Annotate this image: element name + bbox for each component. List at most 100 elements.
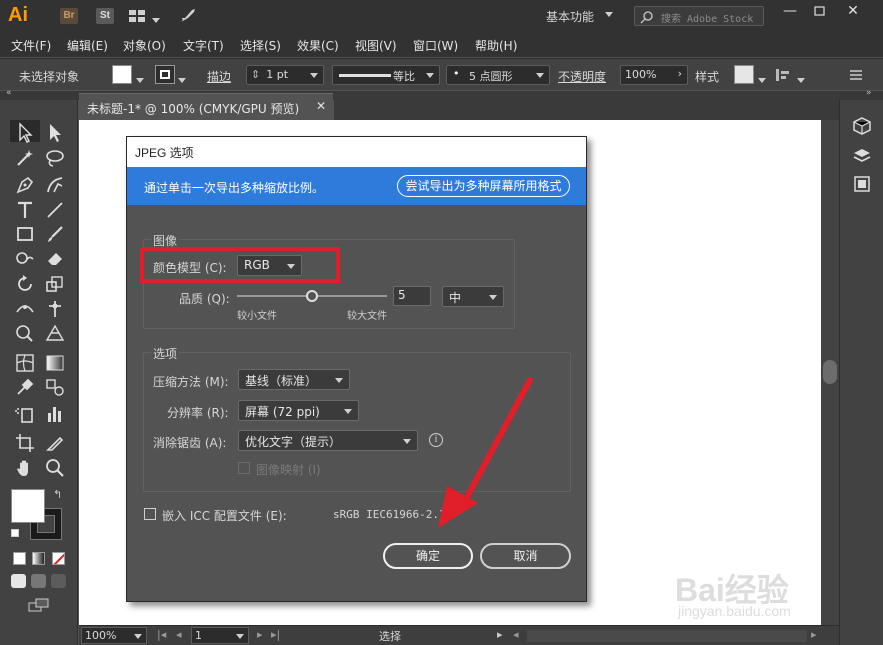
rotate-tool-icon[interactable] [14,273,36,295]
curvature-tool-icon[interactable] [44,174,66,196]
previous-artboard-button[interactable]: ◂ [176,628,182,641]
stroke-swatch[interactable] [155,65,175,84]
artboards-panel-icon[interactable] [852,174,872,194]
scroll-right-button[interactable]: ▸ [811,628,817,641]
eraser-tool-icon[interactable] [44,247,66,269]
shape-builder-tool-icon[interactable] [14,322,36,344]
layers-panel-icon[interactable] [852,146,872,166]
align-icon[interactable] [775,67,793,83]
type-tool-icon[interactable] [14,199,36,221]
arrange-documents-icon[interactable] [128,9,146,23]
fill-swatch[interactable] [112,65,132,84]
hand-tool-icon[interactable] [14,457,36,479]
style-caret-icon[interactable] [758,72,766,86]
artboard-tool-icon[interactable] [14,432,36,454]
selection-tool-icon[interactable] [14,122,36,144]
try-export-for-screens-button[interactable]: 尝试导出为多种屏幕所用格式 [397,175,570,197]
libraries-panel-icon[interactable] [852,116,872,136]
gradient-mode-icon[interactable] [32,552,45,565]
artboard-number-field[interactable]: 1 [191,627,249,644]
first-artboard-button[interactable]: |◂ [157,628,166,641]
eyedropper-tool-icon[interactable] [14,376,36,398]
brush-dropdown[interactable]: • 5 点圆形 [446,65,550,85]
arrange-caret-icon[interactable] [152,12,160,26]
rocket-icon[interactable] [178,7,198,25]
panel-menu-icon[interactable] [848,68,864,82]
anti-aliasing-dropdown[interactable]: 优化文字（提示） [238,430,418,451]
stroke-label[interactable]: 描边 [207,68,231,85]
stroke-profile-dropdown[interactable]: 等比 [332,65,440,85]
mesh-tool-icon[interactable] [14,352,36,374]
draw-inside-icon[interactable] [51,574,66,588]
quality-slider-knob[interactable] [306,290,318,302]
draw-normal-icon[interactable] [11,574,26,588]
status-menu-button[interactable]: ▸ [497,628,503,641]
lasso-tool-icon[interactable] [44,147,66,169]
menu-effect[interactable]: 效果(C) [297,37,339,54]
scale-tool-icon[interactable] [44,273,66,295]
quality-level-dropdown[interactable]: 中 [442,286,504,307]
menu-help[interactable]: 帮助(H) [475,37,517,54]
workspace-switcher[interactable]: 基本功能 [546,8,594,25]
scroll-left-button[interactable]: ◂ [513,628,519,641]
width-tool-icon[interactable] [14,298,36,320]
direct-selection-tool-icon[interactable] [44,122,66,144]
stroke-weight-field[interactable]: ⇕ 1 pt [246,65,324,85]
vertical-scroll-thumb[interactable] [823,360,837,384]
next-artboard-button[interactable]: ▸ [257,628,263,641]
align-caret-icon[interactable] [797,72,805,86]
swap-fill-stroke-icon[interactable]: ↰ [53,488,62,501]
puppet-warp-tool-icon[interactable] [44,298,66,320]
pen-tool-icon[interactable] [14,174,36,196]
paintbrush-tool-icon[interactable] [44,223,66,245]
color-mode-icon[interactable] [13,552,26,565]
collapse-right-icon[interactable]: » [866,88,872,98]
fill-color-box[interactable] [11,489,45,523]
ok-button[interactable]: 确定 [383,543,473,569]
shaper-tool-icon[interactable] [14,247,36,269]
menu-window[interactable]: 窗口(W) [413,37,458,54]
menu-select[interactable]: 选择(S) [240,37,281,54]
gradient-tool-icon[interactable] [44,352,66,374]
perspective-grid-tool-icon[interactable] [44,322,66,344]
opacity-field[interactable]: 100% › [620,65,688,85]
minimize-button[interactable]: — [775,2,805,22]
blend-tool-icon[interactable] [44,376,66,398]
menu-type[interactable]: 文字(T) [183,37,224,54]
maximize-button[interactable] [805,2,835,22]
horizontal-scrollbar[interactable] [527,630,807,642]
stroke-caret-icon[interactable] [178,72,186,86]
cancel-button[interactable]: 取消 [480,543,571,569]
workspace-caret-icon[interactable] [605,12,613,17]
document-tab[interactable]: 未标题-1* @ 100% (CMYK/GPU 预览) ✕ [79,93,333,120]
fill-caret-icon[interactable] [136,72,144,86]
compression-dropdown[interactable]: 基线（标准） [238,369,350,390]
magic-wand-tool-icon[interactable] [14,147,36,169]
close-document-button[interactable]: ✕ [316,99,326,113]
default-colors-icon[interactable] [11,529,19,537]
quality-number-field[interactable]: 5 [393,286,431,306]
draw-behind-icon[interactable] [31,574,46,588]
line-segment-tool-icon[interactable] [44,199,66,221]
collapse-left-icon[interactable]: « [6,88,12,98]
close-window-button[interactable]: ✕ [838,2,868,22]
last-artboard-button[interactable]: ▸| [271,628,280,641]
opacity-label[interactable]: 不透明度 [558,68,606,85]
bridge-icon[interactable]: Br [60,8,78,24]
menu-object[interactable]: 对象(O) [123,37,166,54]
embed-icc-checkbox[interactable] [144,508,156,520]
zoom-field[interactable]: 100% [81,627,147,644]
slice-tool-icon[interactable] [44,432,66,454]
stock-search-input[interactable]: 搜索 Adobe Stock [634,6,764,26]
menu-file[interactable]: 文件(F) [11,37,51,54]
graphic-style-swatch[interactable] [734,65,754,84]
image-map-checkbox[interactable] [238,462,250,474]
column-graph-tool-icon[interactable] [44,403,66,425]
symbol-sprayer-tool-icon[interactable] [14,403,36,425]
menu-edit[interactable]: 编辑(E) [67,37,108,54]
rectangle-tool-icon[interactable] [14,223,36,245]
screen-mode-icon[interactable] [28,598,50,612]
zoom-tool-icon[interactable] [44,457,66,479]
menu-view[interactable]: 视图(V) [355,37,397,54]
stock-icon[interactable]: St [96,8,114,24]
